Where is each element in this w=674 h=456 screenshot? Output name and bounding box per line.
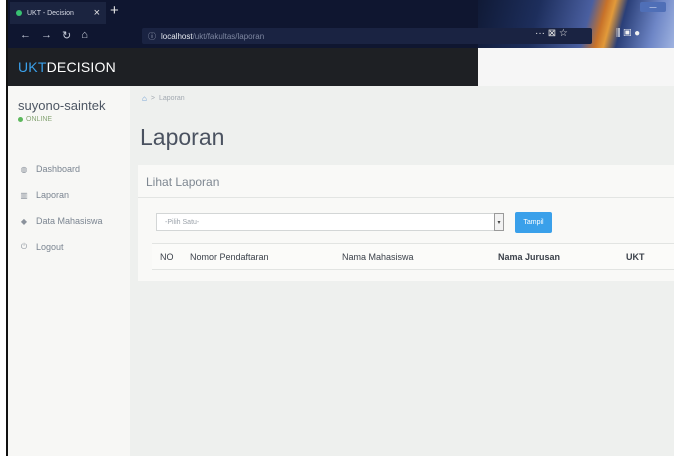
graduation-cap-icon: ◆ [20, 216, 28, 226]
brand-suffix: DECISION [46, 59, 116, 75]
address-bar[interactable]: ⓘ localhost /ukt/fakultas/laporan [142, 28, 592, 44]
url-path: /ukt/fakultas/laporan [192, 31, 265, 41]
browser-tab[interactable]: UKT - Decision × [10, 2, 106, 24]
tab-title: UKT - Decision [27, 9, 74, 17]
table-header-row: NO Nomor Pendaftaran Nama Mahasiswa Nama… [152, 243, 674, 270]
main-content: ⌂ > Laporan Laporan Lihat Laporan -Pilih… [130, 86, 674, 456]
home-button-icon[interactable]: ⌂ [81, 29, 88, 42]
forward-icon[interactable]: → [41, 29, 52, 42]
sidebar-item-laporan[interactable]: ▥ Laporan [18, 182, 130, 208]
user-status: ONLINE [18, 116, 52, 123]
page-title: Laporan [140, 124, 225, 150]
sidebar-item-label: Laporan [36, 190, 70, 200]
sidebar-item-data-mahasiswa[interactable]: ◆ Data Mahasiswa [18, 208, 130, 234]
column-header-ukt: UKT [618, 243, 674, 270]
sidebar-item-label: Logout [36, 242, 64, 252]
tampil-button[interactable]: Tampil [515, 212, 552, 233]
app-header-right [478, 48, 674, 86]
toolbar-icons[interactable]: ⫼ ▣ ● [616, 28, 640, 39]
url-host: localhost [161, 31, 193, 41]
column-header-nama-jurusan: Nama Jurusan [490, 243, 618, 270]
close-tab-icon[interactable]: × [94, 7, 100, 19]
power-icon: ⏻ [20, 242, 28, 251]
site-info-icon[interactable]: ⓘ [148, 31, 156, 42]
home-icon[interactable]: ⌂ [142, 94, 147, 103]
favicon-icon [16, 10, 22, 16]
new-tab-button[interactable]: + [110, 3, 119, 18]
dashboard-icon: ◍ [20, 164, 28, 174]
reload-icon[interactable]: ↻ [62, 29, 71, 42]
window-controls[interactable]: — [640, 2, 666, 12]
user-name: suyono-saintek [18, 98, 106, 113]
browser-window: UKT - Decision × + — ← → ↻ ⌂ ⓘ localhost… [8, 0, 674, 456]
faculty-select[interactable]: -Pilih Satu- [156, 213, 502, 231]
sidebar-menu: ◍ Dashboard ▥ Laporan ◆ Data Mahasiswa ⏻… [18, 156, 130, 260]
column-header-nama-mahasiswa: Nama Mahasiswa [334, 243, 490, 270]
status-label: ONLINE [26, 116, 53, 123]
online-dot-icon [18, 117, 23, 122]
sidebar: suyono-saintek ONLINE ◍ Dashboard ▥ Lapo… [8, 86, 130, 456]
navigation-bar: ← → ↻ ⌂ ⓘ localhost /ukt/fakultas/lapora… [8, 24, 592, 48]
panel-title: Lihat Laporan [146, 175, 220, 189]
brand-logo[interactable]: UKTDECISION [18, 59, 116, 75]
sidebar-item-logout[interactable]: ⏻ Logout [18, 234, 130, 260]
breadcrumb: ⌂ > Laporan [142, 94, 185, 103]
breadcrumb-separator: > [150, 95, 155, 102]
brand-prefix: UKT [18, 59, 47, 75]
page-actions[interactable]: ··· ⊠ ☆ [535, 28, 568, 39]
panel-divider [138, 197, 674, 198]
nav-buttons: ← → ↻ ⌂ [20, 29, 88, 42]
minimize-icon[interactable]: — [650, 4, 657, 11]
bar-chart-icon: ▥ [20, 190, 28, 200]
breadcrumb-current: Laporan [158, 95, 185, 102]
report-table: NO Nomor Pendaftaran Nama Mahasiswa Nama… [152, 243, 674, 270]
sidebar-item-dashboard[interactable]: ◍ Dashboard [18, 156, 130, 182]
chevron-down-icon[interactable]: ▾ [494, 213, 504, 231]
app-header: UKTDECISION [8, 48, 478, 86]
sidebar-item-label: Data Mahasiswa [36, 216, 103, 226]
column-header-nomor-pendaftaran: Nomor Pendaftaran [182, 243, 334, 270]
report-panel: Lihat Laporan -Pilih Satu- ▾ Tampil NO N… [138, 165, 674, 281]
sidebar-item-label: Dashboard [36, 164, 81, 174]
select-value: -Pilih Satu- [165, 218, 200, 226]
column-header-no: NO [152, 243, 182, 270]
back-icon[interactable]: ← [20, 29, 31, 42]
